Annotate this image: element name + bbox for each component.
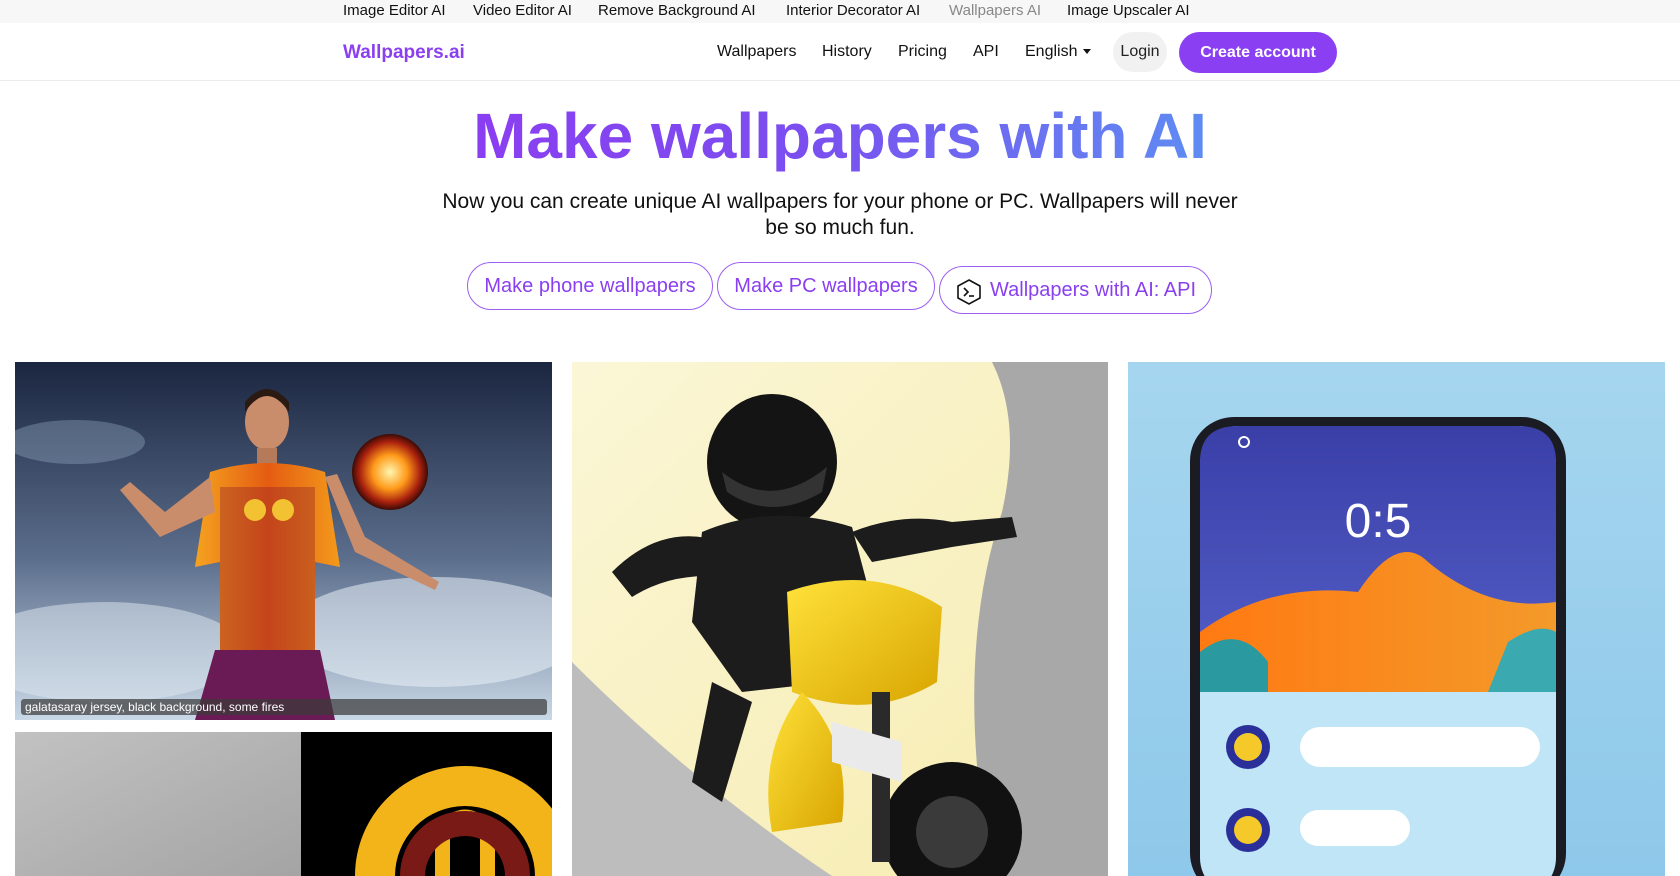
top-link-wallpapers[interactable]: Wallpapers AI xyxy=(949,2,1041,19)
brand-logo[interactable]: Wallpapers.ai xyxy=(343,42,465,64)
nav-api[interactable]: API xyxy=(973,43,999,61)
make-pc-wallpapers-button[interactable]: Make PC wallpapers xyxy=(717,262,935,310)
product-links-bar: Image Editor AI Video Editor AI Remove B… xyxy=(0,0,1680,23)
top-link-remove-background[interactable]: Remove Background AI xyxy=(598,2,756,19)
motorcycle-image xyxy=(572,362,1108,876)
language-label: English xyxy=(1025,43,1078,60)
main-navbar: Wallpapers.ai Wallpapers History Pricing… xyxy=(0,23,1680,81)
top-link-interior-decorator[interactable]: Interior Decorator AI xyxy=(786,2,920,19)
make-phone-wallpapers-button[interactable]: Make phone wallpapers xyxy=(467,262,713,310)
chevron-down-icon xyxy=(1083,49,1092,55)
phone-image: 0:5 xyxy=(1128,362,1665,876)
hero-subtitle: Now you can create unique AI wallpapers … xyxy=(442,190,1238,239)
wallpaper-tile-footballer[interactable]: galatasaray jersey, black background, so… xyxy=(15,362,552,720)
footballer-image xyxy=(15,362,552,720)
api-button-label: Wallpapers with AI: API xyxy=(990,279,1197,301)
create-account-button[interactable]: Create account xyxy=(1179,32,1337,73)
top-link-image-editor[interactable]: Image Editor AI xyxy=(343,2,446,19)
top-link-image-upscaler[interactable]: Image Upscaler AI xyxy=(1067,2,1190,19)
wallpaper-tile-logo[interactable] xyxy=(15,732,552,876)
terminal-icon xyxy=(957,279,981,305)
login-button[interactable]: Login xyxy=(1113,32,1167,72)
api-button[interactable]: Wallpapers with AI: API xyxy=(939,266,1212,314)
nav-history[interactable]: History xyxy=(822,43,872,61)
nav-wallpapers[interactable]: Wallpapers xyxy=(717,43,796,61)
wallpaper-caption: galatasaray jersey, black background, so… xyxy=(21,699,547,715)
wallpaper-tile-phone[interactable]: 0:5 xyxy=(1128,362,1665,876)
wallpaper-tile-motorcycle[interactable] xyxy=(572,362,1108,876)
language-dropdown[interactable]: English xyxy=(1025,43,1092,61)
logo-image xyxy=(15,732,552,876)
hero-title: Make wallpapers with AI xyxy=(0,98,1680,174)
hero-title-text: Make wallpapers with AI xyxy=(473,100,1207,172)
nav-pricing[interactable]: Pricing xyxy=(898,43,947,61)
top-link-video-editor[interactable]: Video Editor AI xyxy=(473,2,572,19)
phone-clock: 0:5 xyxy=(1345,495,1412,548)
